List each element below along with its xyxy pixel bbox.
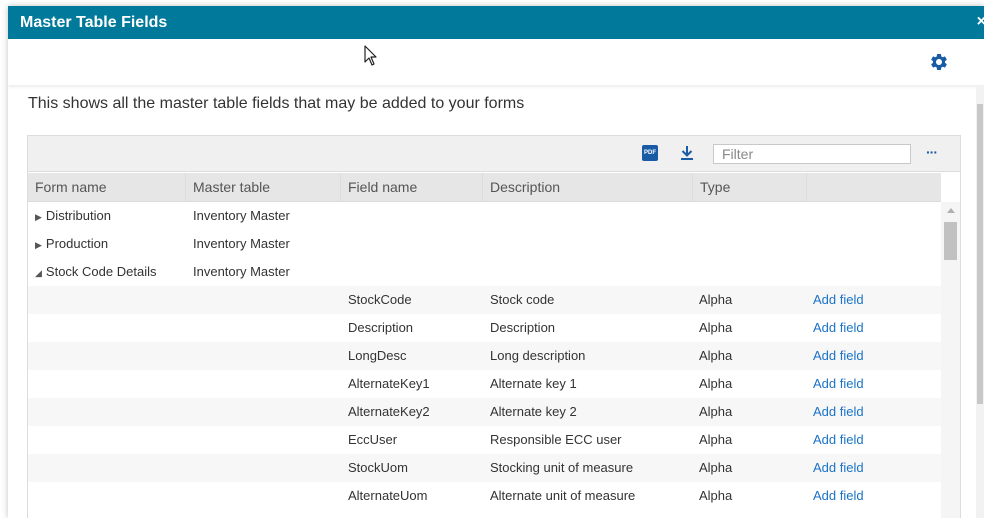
column-header-master-table[interactable]: Master table [186,173,341,202]
scroll-up-arrow-icon[interactable] [947,208,955,213]
group-row[interactable]: ▶ Distribution Inventory Master [28,202,941,230]
description-cell: Stocking unit of measure [490,460,634,475]
table-row: AlternateKey2 Alternate key 2 Alpha Add … [28,398,941,426]
group-form-name-label: Stock Code Details [45,264,157,279]
dialog-title: Master Table Fields [20,14,168,31]
type-cell: Alpha [699,292,733,307]
group-master-table: Inventory Master [193,236,290,251]
collapse-icon[interactable]: ◢ [35,259,42,287]
pdf-export-icon[interactable]: PDF [642,145,658,161]
dialog-scrollbar[interactable] [976,86,984,518]
group-master-table: Inventory Master [193,208,290,223]
field-name-cell: EccUser [348,432,398,447]
group-form-name-label: Production [45,236,109,251]
group-row[interactable]: ▶ Production Inventory Master [28,230,941,258]
dialog-scrollbar-thumb[interactable] [977,104,983,404]
intro-text: This shows all the master table fields t… [28,95,525,112]
type-cell: Alpha [699,432,733,447]
dialog-toolbar [8,39,984,85]
scrollbar-thumb[interactable] [944,222,957,260]
field-name-cell: AlternateKey1 [348,376,430,391]
add-field-link[interactable]: Add field [813,342,864,370]
column-header-actions [807,173,941,202]
description-cell: Long description [490,348,586,363]
add-field-link[interactable]: Add field [813,454,864,482]
description-cell: Alternate key 1 [490,376,577,391]
expand-icon[interactable]: ▶ [35,231,42,259]
table-row: LongDesc Long description Alpha Add fiel… [28,342,941,370]
table-row: Description Description Alpha Add field [28,314,941,342]
grid-body: ▶ Distribution Inventory Master ▶ Producti… [28,202,941,518]
column-header-description[interactable]: Description [483,173,693,202]
mouse-cursor-icon [364,45,377,66]
type-cell: Alpha [699,320,733,335]
column-header-type[interactable]: Type [693,173,807,202]
description-cell: Stock code [490,292,555,307]
group-master-table: Inventory Master [193,264,290,279]
add-field-link[interactable]: Add field [813,398,864,426]
field-name-cell: AlternateUom [348,488,428,503]
add-field-link[interactable]: Add field [813,370,864,398]
fields-grid: PDF ··· Form name Master table Field nam… [27,135,961,518]
field-name-cell: StockUom [348,460,408,475]
master-table-fields-dialog: Master Table Fields × This shows all the… [8,6,984,518]
table-row: EccUser Responsible ECC user Alpha Add f… [28,426,941,454]
field-name-cell: AlternateKey2 [348,404,430,419]
grid-header: Form name Master table Field name Descri… [28,173,941,202]
type-cell: Alpha [699,460,733,475]
type-cell: Alpha [699,404,733,419]
grid-scrollbar[interactable] [941,202,960,518]
add-field-link[interactable]: Add field [813,314,864,342]
filter-input[interactable] [713,144,911,164]
group-form-name[interactable]: ▶ Distribution [35,202,111,230]
type-cell: Alpha [699,488,733,503]
group-form-name[interactable]: ▶ Production [35,230,108,258]
type-cell: Alpha [699,348,733,363]
field-name-cell: LongDesc [348,348,407,363]
table-row: StockUom Stocking unit of measure Alpha … [28,454,941,482]
grid-toolbar: PDF ··· [28,136,960,172]
description-cell: Alternate unit of measure [490,488,636,503]
dialog-titlebar: Master Table Fields × [8,6,984,39]
more-options-icon[interactable]: ··· [926,144,938,160]
add-field-link[interactable]: Add field [813,426,864,454]
group-form-name-label: Distribution [45,208,111,223]
description-cell: Description [490,320,556,335]
group-row[interactable]: ◢ Stock Code Details Inventory Master [28,258,941,286]
column-header-form-name[interactable]: Form name [28,173,186,202]
close-icon[interactable]: × [977,13,984,31]
download-icon[interactable] [680,145,694,161]
table-row: AlternateUom Alternate unit of measure A… [28,482,941,510]
expand-icon[interactable]: ▶ [35,203,42,231]
description-cell: Responsible ECC user [490,432,622,447]
gear-icon[interactable] [929,52,949,72]
column-header-field-name[interactable]: Field name [341,173,483,202]
add-field-link[interactable]: Add field [813,482,864,510]
field-name-cell: StockCode [348,292,412,307]
field-name-cell: Description [348,320,414,335]
type-cell: Alpha [699,376,733,391]
table-row: AlternateKey1 Alternate key 1 Alpha Add … [28,370,941,398]
table-row: StockCode Stock code Alpha Add field [28,286,941,314]
description-cell: Alternate key 2 [490,404,577,419]
group-form-name[interactable]: ◢ Stock Code Details [35,258,156,286]
add-field-link[interactable]: Add field [813,286,864,314]
